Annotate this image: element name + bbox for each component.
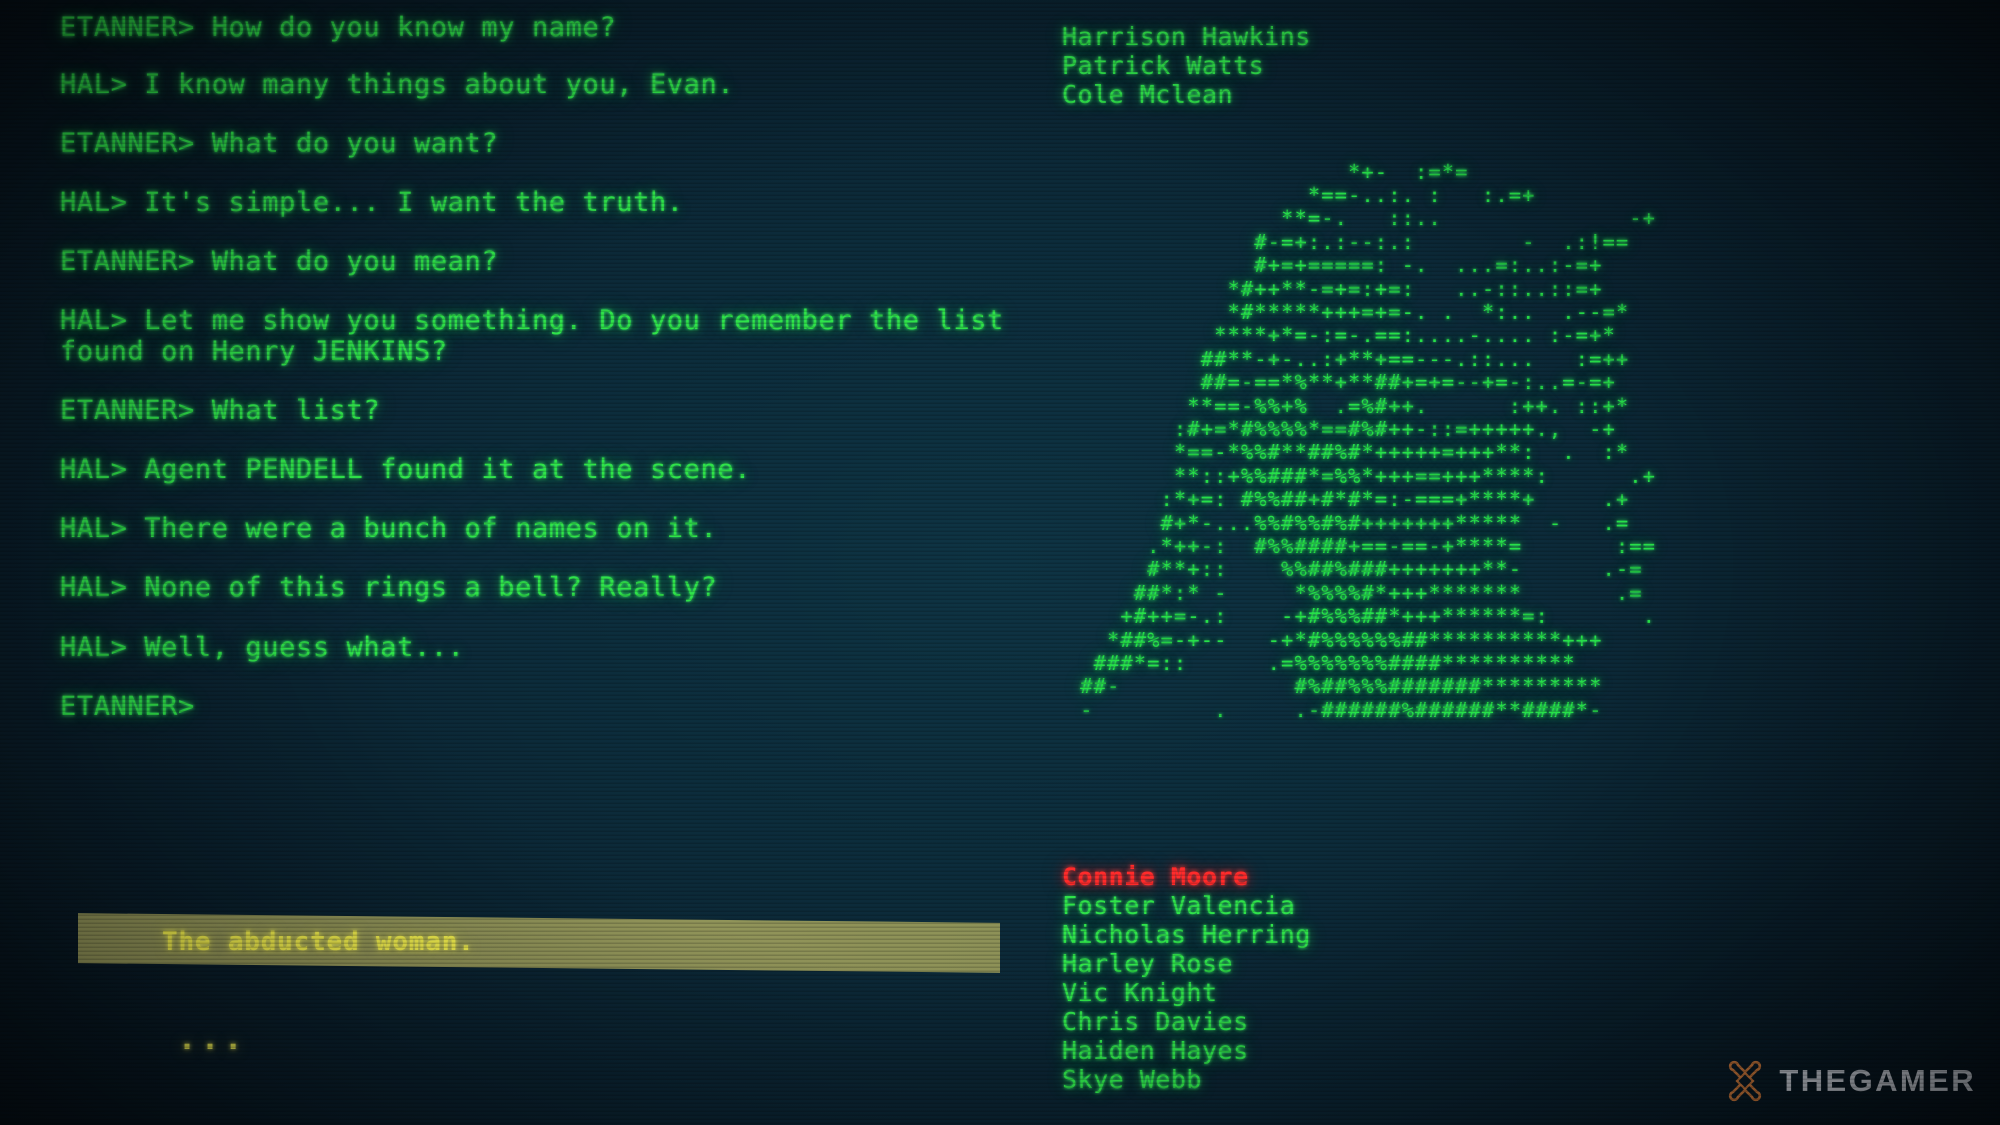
dialogue-line: ETANNER> What do you mean? (60, 246, 499, 278)
dialogue-line: ETANNER> How do you know my name? (60, 12, 617, 43)
dialogue-line: HAL> Let me show you something. Do you r… (60, 305, 1004, 337)
dialogue-line-wrap: found on Henry JENKINS? (60, 336, 448, 368)
dialogue-prompt: ETANNER> (60, 690, 195, 722)
dialogue-line: HAL> I know many things about you, Evan. (60, 69, 735, 101)
dialogue-line: HAL> Agent PENDELL found it at the scene… (60, 454, 752, 486)
list-item: Patrick Watts (1062, 51, 1265, 80)
hooded-figure-ascii-portrait: *+- :=*= *==-..:. : :.=+ **=-. ::.. -+ #… (1080, 159, 1657, 722)
thegamer-logo-icon (1729, 1060, 1762, 1102)
list-item: Haiden Hayes (1062, 1036, 1249, 1065)
continue-indicator[interactable]: ... (178, 1022, 247, 1057)
dialogue-line: HAL> It's simple... I want the truth. (60, 187, 684, 219)
dialogue-line: HAL> There were a bunch of names on it. (60, 513, 718, 545)
name-list-panel: Harrison Hawkins Patrick Watts Cole Mcle… (1062, 22, 1962, 109)
list-item: Harley Rose (1062, 949, 1234, 978)
list-item: Chris Davies (1062, 1007, 1249, 1036)
list-item: Foster Valencia (1062, 891, 1296, 920)
dialogue-line: HAL> None of this rings a bell? Really? (60, 572, 718, 604)
dialogue-line: ETANNER> What list? (60, 395, 381, 427)
list-item: Cole Mclean (1062, 80, 1234, 109)
dialogue-choice-list[interactable]: The abducted woman. (60, 913, 1020, 974)
dialogue-line: HAL> Well, guess what... (60, 631, 465, 663)
name-list-bottom: Connie Moore Foster Valencia Nicholas He… (1062, 862, 1311, 1094)
thegamer-watermark: THEGAMER (1723, 1059, 1976, 1103)
game-screen: ETANNER> How do you know my name? HAL> I… (0, 0, 2000, 1125)
thegamer-wordmark: THEGAMER (1779, 1063, 1976, 1098)
list-item: Nicholas Herring (1062, 920, 1311, 949)
choice-label: The abducted woman. (162, 927, 475, 957)
name-list-top: Harrison Hawkins Patrick Watts Cole Mcle… (1062, 22, 1962, 109)
dialogue-choice-option-selected[interactable]: The abducted woman. (60, 913, 1020, 974)
list-item: Harrison Hawkins (1062, 22, 1311, 51)
dialogue-transcript: ETANNER> How do you know my name? HAL> I… (60, 12, 1020, 750)
list-item: Skye Webb (1062, 1065, 1202, 1094)
list-item: Vic Knight (1062, 978, 1218, 1007)
dialogue-line: ETANNER> What do you want? (60, 128, 499, 160)
list-item-highlighted: Connie Moore (1062, 862, 1249, 891)
